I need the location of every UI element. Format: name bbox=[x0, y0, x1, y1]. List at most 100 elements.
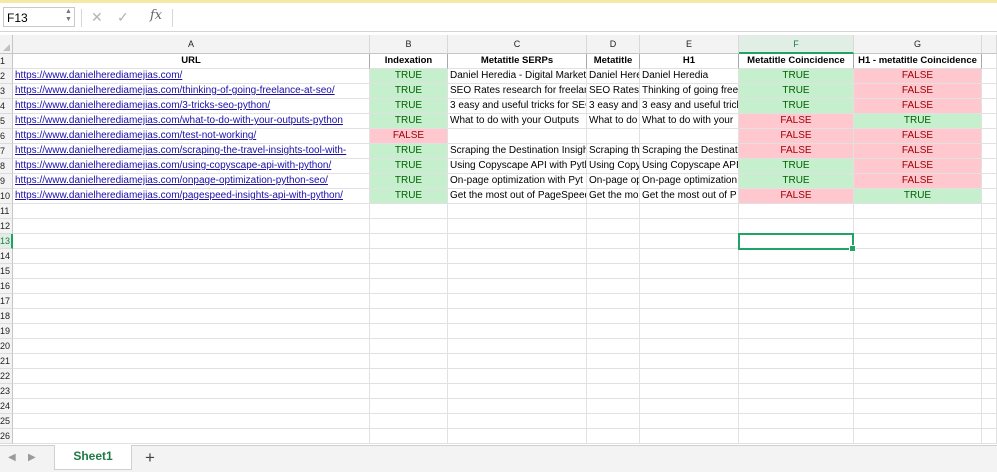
add-sheet-button[interactable]: + bbox=[145, 448, 155, 468]
cell-f10[interactable]: FALSE bbox=[739, 189, 854, 204]
cell-g2[interactable]: FALSE bbox=[854, 69, 982, 84]
row-header-24[interactable]: 24 bbox=[0, 399, 13, 414]
cell-g16[interactable] bbox=[854, 279, 982, 294]
cell-a7[interactable]: https://www.danielherediamejias.com/scra… bbox=[13, 144, 370, 159]
row-header-9[interactable]: 9 bbox=[0, 174, 13, 189]
cell-a2[interactable]: https://www.danielherediamejias.com/ bbox=[13, 69, 370, 84]
cell-a22[interactable] bbox=[13, 369, 370, 384]
cell-e12[interactable] bbox=[640, 219, 739, 234]
cell-b3[interactable]: TRUE bbox=[370, 84, 448, 99]
active-cell-selection[interactable] bbox=[738, 233, 856, 252]
row-header-6[interactable]: 6 bbox=[0, 129, 13, 144]
cell-e17[interactable] bbox=[640, 294, 739, 309]
cell-d20[interactable] bbox=[587, 339, 640, 354]
cell-h16[interactable] bbox=[982, 279, 997, 294]
cell-c1[interactable]: Metatitle SERPs bbox=[448, 54, 587, 69]
cell-a15[interactable] bbox=[13, 264, 370, 279]
cell-h3[interactable] bbox=[982, 84, 997, 99]
cell-b22[interactable] bbox=[370, 369, 448, 384]
row-header-5[interactable]: 5 bbox=[0, 114, 13, 129]
cell-c16[interactable] bbox=[448, 279, 587, 294]
cell-h15[interactable] bbox=[982, 264, 997, 279]
cell-f17[interactable] bbox=[739, 294, 854, 309]
cell-e13[interactable] bbox=[640, 234, 739, 249]
cell-g20[interactable] bbox=[854, 339, 982, 354]
row-header-17[interactable]: 17 bbox=[0, 294, 13, 309]
cell-e2[interactable]: Daniel Heredia bbox=[640, 69, 739, 84]
cell-c6[interactable] bbox=[448, 129, 587, 144]
cell-d10[interactable]: Get the mo bbox=[587, 189, 640, 204]
cell-b11[interactable] bbox=[370, 204, 448, 219]
cell-f5[interactable]: FALSE bbox=[739, 114, 854, 129]
cell-g18[interactable] bbox=[854, 309, 982, 324]
cell-c17[interactable] bbox=[448, 294, 587, 309]
row-header-1[interactable]: 1 bbox=[0, 54, 13, 69]
row-header-7[interactable]: 7 bbox=[0, 144, 13, 159]
cell-h4[interactable] bbox=[982, 99, 997, 114]
cell-g10[interactable]: TRUE bbox=[854, 189, 982, 204]
row-header-25[interactable]: 25 bbox=[0, 414, 13, 429]
cell-c15[interactable] bbox=[448, 264, 587, 279]
row-header-2[interactable]: 2 bbox=[0, 69, 13, 84]
cell-a6[interactable]: https://www.danielherediamejias.com/test… bbox=[13, 129, 370, 144]
cell-f11[interactable] bbox=[739, 204, 854, 219]
row-header-11[interactable]: 11 bbox=[0, 204, 13, 219]
cell-f18[interactable] bbox=[739, 309, 854, 324]
cell-h10[interactable] bbox=[982, 189, 997, 204]
cell-e21[interactable] bbox=[640, 354, 739, 369]
cell-e25[interactable] bbox=[640, 414, 739, 429]
cell-d6[interactable] bbox=[587, 129, 640, 144]
cell-b15[interactable] bbox=[370, 264, 448, 279]
cell-b18[interactable] bbox=[370, 309, 448, 324]
cell-d5[interactable]: What to do bbox=[587, 114, 640, 129]
cell-h8[interactable] bbox=[982, 159, 997, 174]
cell-b16[interactable] bbox=[370, 279, 448, 294]
cell-h17[interactable] bbox=[982, 294, 997, 309]
cell-b17[interactable] bbox=[370, 294, 448, 309]
cell-f22[interactable] bbox=[739, 369, 854, 384]
cell-g13[interactable] bbox=[854, 234, 982, 249]
cell-c2[interactable]: Daniel Heredia - Digital Market bbox=[448, 69, 587, 84]
column-header-b[interactable]: B bbox=[370, 35, 448, 54]
row-header-20[interactable]: 20 bbox=[0, 339, 13, 354]
cell-d18[interactable] bbox=[587, 309, 640, 324]
cell-g19[interactable] bbox=[854, 324, 982, 339]
cell-b1[interactable]: Indexation bbox=[370, 54, 448, 69]
cell-a19[interactable] bbox=[13, 324, 370, 339]
row-header-21[interactable]: 21 bbox=[0, 354, 13, 369]
cell-e16[interactable] bbox=[640, 279, 739, 294]
cell-g1[interactable]: H1 - metatitle Coincidence bbox=[854, 54, 982, 69]
cell-g24[interactable] bbox=[854, 399, 982, 414]
cell-f2[interactable]: TRUE bbox=[739, 69, 854, 84]
cell-f9[interactable]: TRUE bbox=[739, 174, 854, 189]
cell-f26[interactable] bbox=[739, 429, 854, 444]
cell-h24[interactable] bbox=[982, 399, 997, 414]
cell-d16[interactable] bbox=[587, 279, 640, 294]
cell-d12[interactable] bbox=[587, 219, 640, 234]
cell-d1[interactable]: Metatitle bbox=[587, 54, 640, 69]
cell-e19[interactable] bbox=[640, 324, 739, 339]
cell-b12[interactable] bbox=[370, 219, 448, 234]
cell-c4[interactable]: 3 easy and useful tricks for SEO bbox=[448, 99, 587, 114]
name-box-dropdown-icon[interactable]: ▲ ▼ bbox=[64, 8, 73, 26]
cell-d26[interactable] bbox=[587, 429, 640, 444]
cell-d17[interactable] bbox=[587, 294, 640, 309]
row-header-12[interactable]: 12 bbox=[0, 219, 13, 234]
cell-a8[interactable]: https://www.danielherediamejias.com/usin… bbox=[13, 159, 370, 174]
cell-h5[interactable] bbox=[982, 114, 997, 129]
cell-g6[interactable]: FALSE bbox=[854, 129, 982, 144]
row-header-22[interactable]: 22 bbox=[0, 369, 13, 384]
cell-c20[interactable] bbox=[448, 339, 587, 354]
cell-d13[interactable] bbox=[587, 234, 640, 249]
cell-c7[interactable]: Scraping the Destination Insigh bbox=[448, 144, 587, 159]
row-header-8[interactable]: 8 bbox=[0, 159, 13, 174]
row-header-18[interactable]: 18 bbox=[0, 309, 13, 324]
cell-c8[interactable]: Using Copyscape API with Pyth bbox=[448, 159, 587, 174]
cell-b19[interactable] bbox=[370, 324, 448, 339]
cell-g21[interactable] bbox=[854, 354, 982, 369]
cell-d19[interactable] bbox=[587, 324, 640, 339]
column-header-c[interactable]: C bbox=[448, 35, 587, 54]
cell-c14[interactable] bbox=[448, 249, 587, 264]
cell-c12[interactable] bbox=[448, 219, 587, 234]
cell-d21[interactable] bbox=[587, 354, 640, 369]
